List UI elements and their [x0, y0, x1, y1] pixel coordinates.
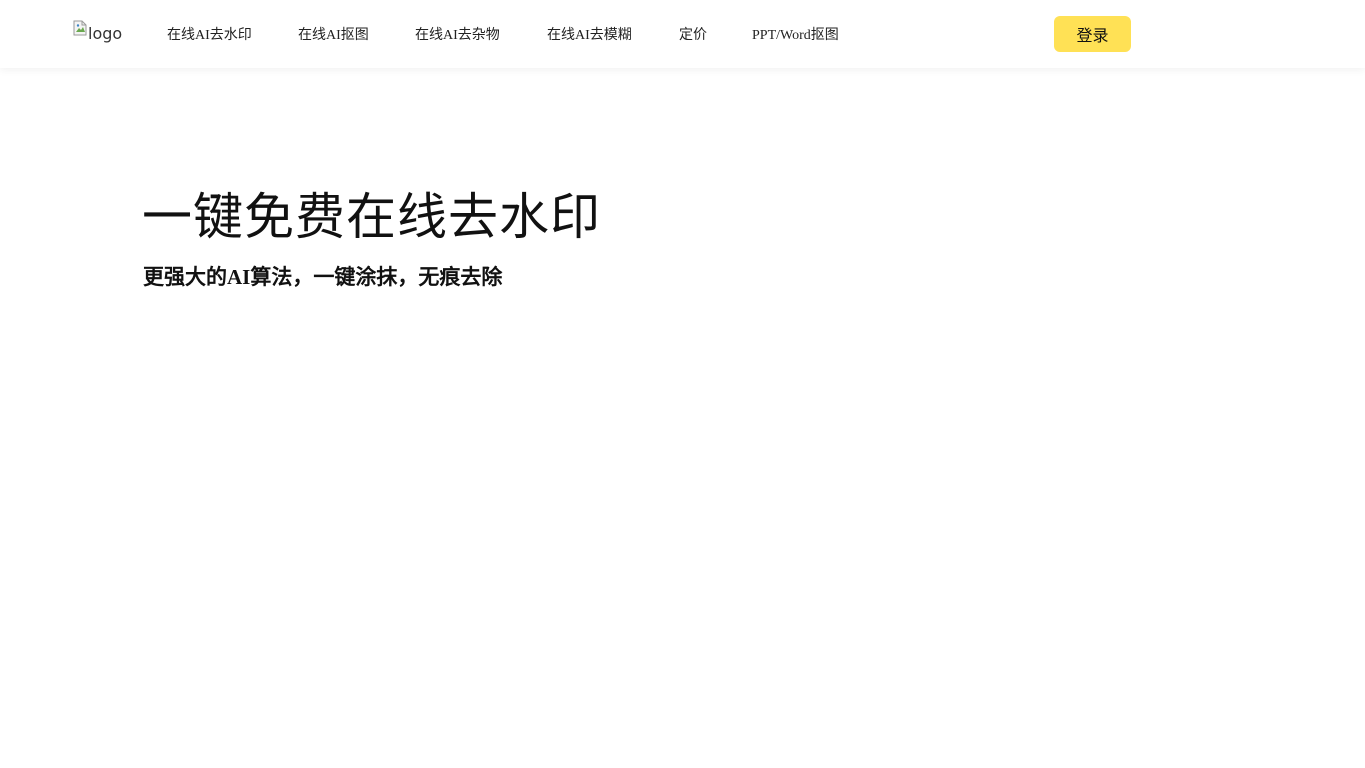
site-header: logo 在线AI去水印 在线AI抠图 在线AI去杂物 在线AI去模糊 定价 P…: [0, 0, 1365, 68]
nav-ppt-word-cutout[interactable]: PPT/Word抠图: [752, 24, 839, 44]
hero-title: 一键免费在线去水印: [142, 188, 601, 246]
broken-image-icon: [73, 20, 87, 36]
nav-watermark-removal[interactable]: 在线AI去水印: [167, 24, 252, 44]
nav-deblur[interactable]: 在线AI去模糊: [547, 24, 632, 44]
logo[interactable]: logo: [73, 20, 123, 45]
nav-object-removal[interactable]: 在线AI去杂物: [415, 24, 500, 44]
nav-cutout[interactable]: 在线AI抠图: [298, 24, 369, 44]
hero-subtitle: 更强大的AI算法，一键涂抹，无痕去除: [143, 265, 503, 289]
nav-pricing[interactable]: 定价: [679, 24, 707, 44]
login-button[interactable]: 登录: [1054, 16, 1131, 52]
logo-alt-text: logo: [88, 23, 123, 43]
